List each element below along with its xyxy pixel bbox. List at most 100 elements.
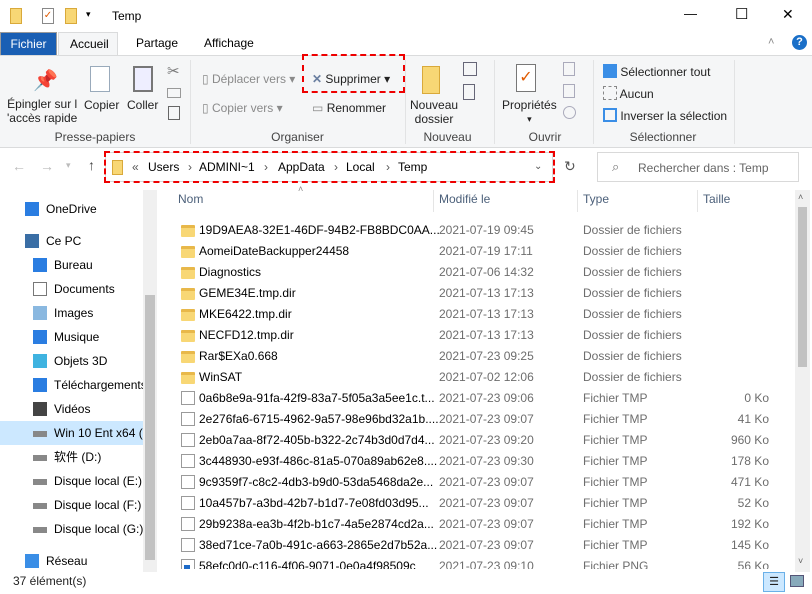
new-folder-button[interactable]: Nouveau dossier: [410, 98, 458, 126]
rename-button[interactable]: ▭ Renommer: [312, 101, 386, 115]
sidebar-item[interactable]: Ce PC: [0, 229, 143, 253]
file-type: Fichier TMP: [583, 454, 648, 468]
refresh-button[interactable]: ↻: [564, 158, 576, 175]
maximize-button[interactable]: ☐: [735, 5, 748, 23]
recent-locations-button[interactable]: ▾: [66, 160, 71, 171]
minimize-button[interactable]: —: [684, 6, 697, 21]
sidebar-item-label: Images: [54, 306, 94, 320]
file-row[interactable]: GEME34E.tmp.dir 2021-07-13 17:13 Dossier d…: [170, 283, 780, 304]
open-icon[interactable]: [563, 62, 575, 76]
close-button[interactable]: ✕: [782, 6, 794, 23]
sidebar-item-label: Disque local (E:): [54, 474, 143, 488]
group-label-organize: Organiser: [271, 130, 324, 144]
sidebar-item[interactable]: Musique: [0, 325, 143, 349]
file-row[interactable]: 38ed71ce-7a0b-491c-a663-2865e2d7b52a... 2…: [170, 535, 780, 556]
details-view-button[interactable]: ☰: [763, 572, 785, 592]
sidebar-item[interactable]: Bureau: [0, 253, 143, 277]
column-divider[interactable]: [697, 190, 698, 212]
file-row[interactable]: Diagnostics 2021-07-06 14:32 Dossier de fi…: [170, 262, 780, 283]
sidebar-scroll-thumb[interactable]: [145, 295, 155, 560]
sidebar-scrollbar[interactable]: [143, 190, 157, 572]
sidebar-item-label: Téléchargements: [54, 378, 143, 392]
copy-button[interactable]: Copier: [84, 98, 119, 112]
file-row[interactable]: 2e276fa6-6715-4962-9a57-98e96bd32a1b....…: [170, 409, 780, 430]
copy-to-button[interactable]: ▯ Copier vers ▾: [202, 101, 283, 115]
sidebar-item[interactable]: Win 10 Ent x64 (C: [0, 421, 143, 445]
cut-icon[interactable]: ✂: [167, 62, 180, 80]
pin-quick-access-button[interactable]: Épingler sur l 'accès rapide: [7, 97, 77, 125]
sidebar-item[interactable]: Disque local (F:): [0, 493, 143, 517]
scroll-up-icon[interactable]: ˄: [798, 192, 803, 202]
scroll-thumb[interactable]: [798, 207, 807, 367]
collapse-ribbon-icon[interactable]: ˄: [768, 36, 774, 48]
scroll-down-icon[interactable]: ˅: [798, 556, 803, 566]
tab-accueil[interactable]: Accueil: [58, 32, 118, 56]
tab-affichage[interactable]: Affichage: [193, 32, 265, 56]
file-row[interactable]: AomeiDateBackupper24458 2021-07-19 17:11 D…: [170, 241, 780, 262]
new-item-icon[interactable]: [463, 62, 477, 76]
tab-fichier[interactable]: Fichier: [0, 32, 57, 56]
properties-button[interactable]: Propriétés ▾: [502, 98, 557, 126]
large-icons-view-button[interactable]: [790, 575, 804, 587]
up-button[interactable]: ↑: [88, 157, 95, 173]
file-row[interactable]: MKE6422.tmp.dir 2021-07-13 17:13 Dossier d…: [170, 304, 780, 325]
column-divider[interactable]: [577, 190, 578, 212]
back-button[interactable]: ←: [12, 158, 26, 174]
invert-selection-button[interactable]: Inverser la sélection: [603, 108, 727, 123]
move-to-button[interactable]: ▯ Déplacer vers ▾: [202, 72, 295, 86]
properties-quick-icon[interactable]: ✓: [42, 8, 54, 24]
folder-icon: [181, 309, 195, 321]
sidebar-item[interactable]: Objets 3D: [0, 349, 143, 373]
drive-icon: [33, 455, 47, 461]
sidebar-item[interactable]: Disque local (G:): [0, 517, 143, 541]
file-row[interactable]: 3c448930-e93f-486c-81a5-070a89ab62e8....…: [170, 451, 780, 472]
edit-icon[interactable]: [563, 84, 575, 98]
sidebar-item[interactable]: Documents: [0, 277, 143, 301]
file-row[interactable]: 9c9359f7-c8c2-4db3-b9d0-53da5468da2e... 2…: [170, 472, 780, 493]
column-header-modified[interactable]: Modifié le: [439, 192, 490, 206]
sidebar-item[interactable]: OneDrive: [0, 197, 143, 221]
file-row[interactable]: 10a457b7-a3bd-42b7-b1d7-7e08fd03d95... 20…: [170, 493, 780, 514]
help-icon[interactable]: ?: [792, 35, 807, 50]
sidebar-item[interactable]: 软件 (D:): [0, 445, 143, 469]
forward-button[interactable]: →: [40, 158, 54, 174]
separator: [593, 60, 594, 144]
sidebar-item[interactable]: Réseau: [0, 549, 143, 573]
column-divider[interactable]: [433, 190, 434, 212]
column-header-type[interactable]: Type: [583, 192, 609, 206]
history-icon[interactable]: [563, 106, 576, 119]
paste-button[interactable]: Coller: [127, 98, 158, 112]
sidebar-item[interactable]: Téléchargements: [0, 373, 143, 397]
column-header-size[interactable]: Taille: [703, 192, 730, 206]
sidebar-item-label: Win 10 Ent x64 (C: [54, 426, 143, 440]
customize-toolbar-icon[interactable]: ▾: [86, 9, 91, 20]
sidebar-item[interactable]: Images: [0, 301, 143, 325]
file-row[interactable]: 0a6b8e9a-91fa-42f9-83a7-5f05a3a5ee1c.t..…: [170, 388, 780, 409]
search-input[interactable]: ⌕ Rechercher dans : Temp: [597, 152, 799, 182]
delete-highlight: [302, 54, 405, 93]
sidebar-item[interactable]: Disque local (E:): [0, 469, 143, 493]
new-folder-quick-icon[interactable]: [65, 8, 77, 24]
file-list-scrollbar[interactable]: ˄ ˅: [795, 190, 810, 572]
search-icon: ⌕: [612, 159, 620, 174]
file-row[interactable]: WinSAT 2021-07-02 12:06 Dossier de fichier…: [170, 367, 780, 388]
easy-access-icon[interactable]: [463, 84, 475, 100]
select-all-button[interactable]: Sélectionner tout: [603, 64, 710, 79]
file-row[interactable]: 58efc0d0-c116-4f06-9071-0e0a4f98509c 2021…: [170, 556, 780, 569]
copy-path-icon[interactable]: [167, 88, 181, 98]
sidebar-item[interactable]: Vidéos: [0, 397, 143, 421]
select-none-button[interactable]: Aucun: [603, 86, 654, 101]
paste-shortcut-icon[interactable]: [168, 106, 180, 120]
select-none-label: Aucun: [619, 87, 654, 101]
file-name: 0a6b8e9a-91fa-42f9-83a7-5f05a3a5ee1c.t..…: [199, 391, 435, 405]
file-row[interactable]: NECFD12.tmp.dir 2021-07-13 17:13 Dossier d…: [170, 325, 780, 346]
tab-partage[interactable]: Partage: [125, 32, 189, 56]
new-folder-label: Nouveau: [410, 98, 459, 112]
file-row[interactable]: 29b9238a-ea3b-4f2b-b1c7-4a5e2874cd2a... 2…: [170, 514, 780, 535]
file-modified: 2021-07-13 17:13: [439, 286, 534, 300]
properties-icon: ✓: [516, 64, 536, 92]
file-row[interactable]: 19D9AEA8-32E1-46DF-94B2-FB8BDC0AA... 2021…: [170, 220, 780, 241]
column-header-name[interactable]: Nom: [178, 192, 203, 206]
file-row[interactable]: 2eb0a7aa-8f72-405b-b322-2c74b3d0d7d4... 2…: [170, 430, 780, 451]
file-row[interactable]: Rar$EXa0.668 2021-07-23 09:25 Dossier de f…: [170, 346, 780, 367]
